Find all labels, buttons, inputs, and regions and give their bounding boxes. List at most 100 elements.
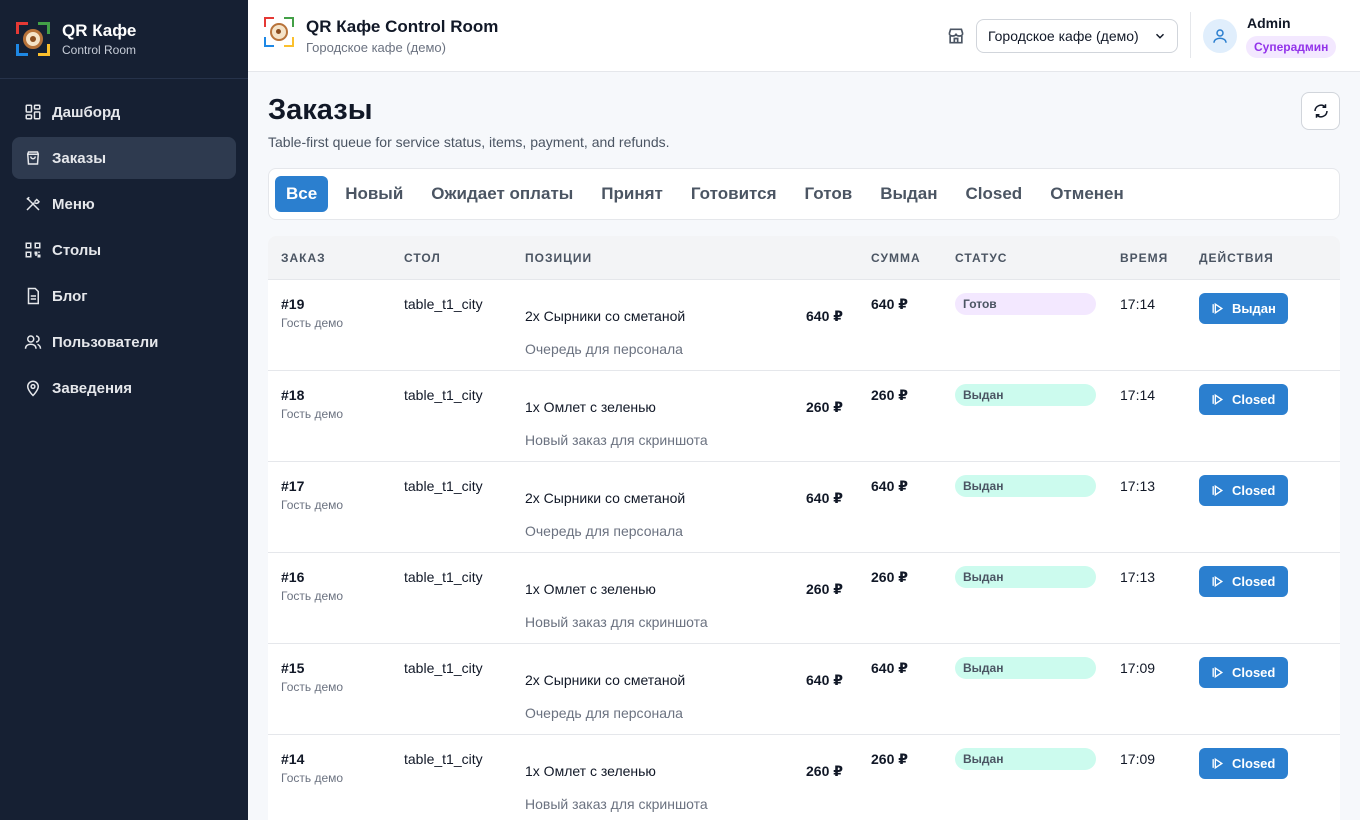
order-item: 2x Сырники со сметаной xyxy=(525,490,686,506)
column-header-order[interactable]: ЗАКАЗ xyxy=(281,251,326,265)
tab-given[interactable]: Выдан xyxy=(869,176,948,212)
status-tabs: Все Новый Ожидает оплаты Принят Готовитс… xyxy=(268,168,1340,220)
status-badge: Готов xyxy=(955,293,1096,315)
order-note: Очередь для персонала xyxy=(525,341,683,357)
utensils-icon xyxy=(24,195,42,213)
main-content: Заказы Table-first queue for service sta… xyxy=(248,72,1360,820)
table-row[interactable]: #16 Гость демо table_t1_city 1x Омлет с … xyxy=(268,553,1340,644)
table-row[interactable]: #19 Гость демо table_t1_city 2x Сырники … xyxy=(268,280,1340,371)
qr-cafe-logo-icon xyxy=(16,22,50,56)
order-guest: Гость демо xyxy=(281,589,344,603)
tab-new[interactable]: Новый xyxy=(334,176,414,212)
sidebar-nav: Дашборд Заказы Меню Столы Блог Пользоват… xyxy=(0,79,248,425)
refresh-button[interactable] xyxy=(1301,92,1340,130)
order-id: #18 xyxy=(281,387,305,403)
orders-table: ЗАКАЗ СТОЛ ПОЗИЦИИ СУММА СТАТУС ВРЕМЯ ДЕ… xyxy=(268,236,1340,820)
order-item: 2x Сырники со сметаной xyxy=(525,672,686,688)
order-item-price: 640 ₽ xyxy=(806,490,843,506)
play-icon xyxy=(1212,393,1224,406)
order-item: 2x Сырники со сметаной xyxy=(525,308,686,324)
mark-given-button[interactable]: Выдан xyxy=(1199,293,1288,324)
sidebar-item-label: Блог xyxy=(52,287,88,305)
mark-closed-button[interactable]: Closed xyxy=(1199,475,1288,506)
sidebar-item-blog[interactable]: Блог xyxy=(12,275,236,317)
store-icon xyxy=(948,28,964,44)
play-icon xyxy=(1212,302,1224,315)
bag-icon xyxy=(24,149,42,167)
action-label: Выдан xyxy=(1232,301,1276,316)
sidebar-item-venues[interactable]: Заведения xyxy=(12,367,236,409)
order-item-price: 260 ₽ xyxy=(806,763,843,779)
order-sum: 640 ₽ xyxy=(871,660,908,676)
sidebar: QR Кафе Control Room Дашборд Заказы Меню xyxy=(0,0,248,820)
sidebar-brand[interactable]: QR Кафе Control Room xyxy=(0,0,248,79)
tab-awaiting-payment[interactable]: Ожидает оплаты xyxy=(420,176,584,212)
order-time: 17:13 xyxy=(1120,569,1156,585)
order-table: table_t1_city xyxy=(404,296,483,312)
sidebar-item-label: Заказы xyxy=(52,149,107,167)
sidebar-item-label: Дашборд xyxy=(52,103,121,121)
order-item-price: 640 ₽ xyxy=(806,672,843,688)
order-id: #14 xyxy=(281,751,305,767)
tab-all[interactable]: Все xyxy=(275,176,329,212)
play-icon xyxy=(1212,666,1224,679)
sidebar-item-tables[interactable]: Столы xyxy=(12,229,236,271)
venue-select[interactable]: Городское кафе (демо) xyxy=(976,19,1178,53)
order-table: table_t1_city xyxy=(404,478,483,494)
column-header-items[interactable]: ПОЗИЦИИ xyxy=(525,251,592,265)
sidebar-item-dashboard[interactable]: Дашборд xyxy=(12,91,236,133)
order-item-price: 260 ₽ xyxy=(806,399,843,415)
order-item: 1x Омлет с зеленью xyxy=(525,763,656,779)
order-id: #16 xyxy=(281,569,305,585)
order-time: 17:14 xyxy=(1120,387,1156,403)
status-badge: Выдан xyxy=(955,475,1096,497)
mark-closed-button[interactable]: Closed xyxy=(1199,748,1288,779)
table-row[interactable]: #15 Гость демо table_t1_city 2x Сырники … xyxy=(268,644,1340,735)
app-subtitle: Городское кафе (демо) xyxy=(306,40,446,55)
order-sum: 260 ₽ xyxy=(871,387,908,403)
action-label: Closed xyxy=(1232,574,1276,589)
tab-ready[interactable]: Готов xyxy=(794,176,864,212)
sidebar-item-label: Пользователи xyxy=(52,333,159,351)
mark-closed-button[interactable]: Closed xyxy=(1199,384,1288,415)
sidebar-item-label: Меню xyxy=(52,195,95,213)
order-guest: Гость демо xyxy=(281,498,344,512)
tab-cancelled[interactable]: Отменен xyxy=(1039,176,1135,212)
sidebar-item-orders[interactable]: Заказы xyxy=(12,137,236,179)
qr-cafe-logo-icon xyxy=(264,17,294,47)
tab-accepted[interactable]: Принят xyxy=(590,176,674,212)
avatar[interactable] xyxy=(1203,19,1237,53)
order-sum: 260 ₽ xyxy=(871,751,908,767)
sidebar-item-users[interactable]: Пользователи xyxy=(12,321,236,363)
order-note: Новый заказ для скриншота xyxy=(525,796,708,812)
column-header-status[interactable]: СТАТУС xyxy=(955,251,1007,265)
map-pin-icon xyxy=(24,379,42,397)
table-row[interactable]: #17 Гость демо table_t1_city 2x Сырники … xyxy=(268,462,1340,553)
action-label: Closed xyxy=(1232,756,1276,771)
tab-cooking[interactable]: Готовится xyxy=(680,176,788,212)
sidebar-item-label: Столы xyxy=(52,241,102,259)
table-row[interactable]: #14 Гость демо table_t1_city 1x Омлет с … xyxy=(268,735,1340,820)
table-row[interactable]: #18 Гость демо table_t1_city 1x Омлет с … xyxy=(268,371,1340,462)
page-subtitle: Table-first queue for service status, it… xyxy=(268,134,670,150)
order-sum: 260 ₽ xyxy=(871,569,908,585)
action-label: Closed xyxy=(1232,665,1276,680)
order-time: 17:09 xyxy=(1120,660,1156,676)
tab-closed[interactable]: Closed xyxy=(955,176,1034,212)
mark-closed-button[interactable]: Closed xyxy=(1199,566,1288,597)
order-guest: Гость демо xyxy=(281,771,344,785)
sidebar-item-menu[interactable]: Меню xyxy=(12,183,236,225)
column-header-time[interactable]: ВРЕМЯ xyxy=(1120,251,1168,265)
table-header: ЗАКАЗ СТОЛ ПОЗИЦИИ СУММА СТАТУС ВРЕМЯ ДЕ… xyxy=(268,236,1340,280)
mark-closed-button[interactable]: Closed xyxy=(1199,657,1288,688)
column-header-table[interactable]: СТОЛ xyxy=(404,251,441,265)
action-label: Closed xyxy=(1232,483,1276,498)
column-header-sum[interactable]: СУММА xyxy=(871,251,921,265)
order-id: #19 xyxy=(281,296,305,312)
user-name: Admin xyxy=(1247,15,1291,31)
play-icon xyxy=(1212,575,1224,588)
play-icon xyxy=(1212,757,1224,770)
order-item-price: 640 ₽ xyxy=(806,308,843,324)
topbar: QR Кафе Control Room Городское кафе (дем… xyxy=(248,0,1360,72)
order-note: Очередь для персонала xyxy=(525,705,683,721)
